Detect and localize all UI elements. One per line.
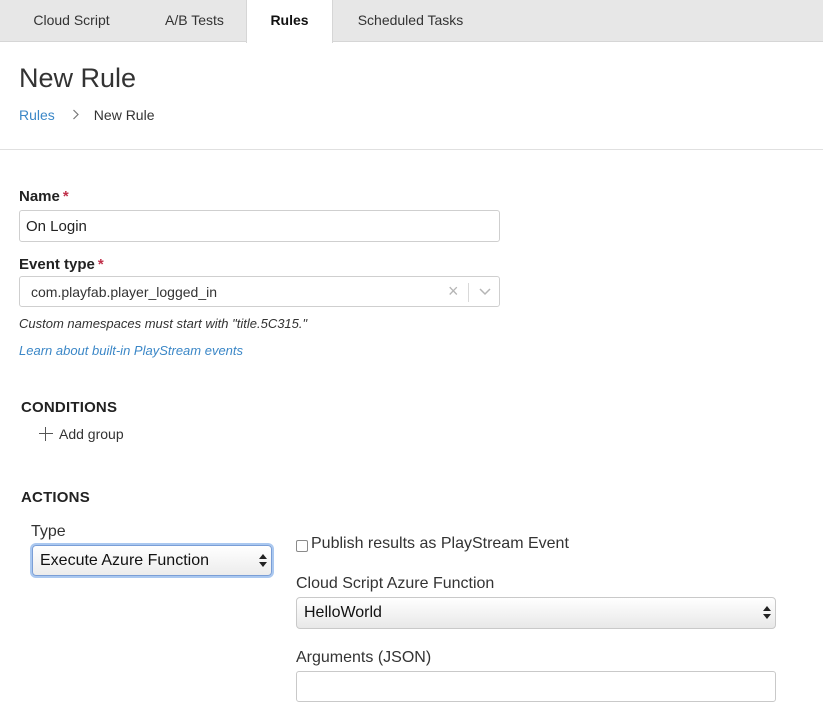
event-type-label-text: Event type — [19, 256, 95, 273]
name-required-mark: * — [62, 188, 69, 205]
select-separator — [468, 283, 469, 302]
arguments-input[interactable] — [296, 671, 776, 702]
tab-rules[interactable]: Rules — [246, 0, 333, 43]
select-arrows-icon — [259, 554, 267, 568]
action-type-select[interactable]: Execute Azure Function — [32, 545, 272, 576]
chevron-right-icon — [72, 108, 80, 123]
event-type-label: Event type * — [19, 256, 104, 273]
select-arrows-icon — [763, 606, 771, 620]
cloud-script-function-label: Cloud Script Azure Function — [296, 575, 495, 592]
page-title: New Rule — [19, 63, 137, 93]
top-tab-bar: Cloud Script A/B Tests Rules Scheduled T… — [0, 0, 823, 43]
event-type-value: com.playfab.player_logged_in — [31, 284, 218, 300]
conditions-heading: CONDITIONS — [21, 399, 118, 416]
add-group-label: Add group — [59, 426, 124, 442]
cloud-script-function-select[interactable]: HelloWorld — [296, 597, 776, 629]
event-type-select[interactable]: com.playfab.player_logged_in × — [19, 276, 500, 307]
tab-cloud-script[interactable]: Cloud Script — [0, 0, 143, 42]
name-input[interactable] — [19, 210, 500, 242]
cloud-script-function-value: HelloWorld — [304, 604, 382, 621]
clear-icon[interactable]: × — [448, 281, 459, 302]
name-label: Name * — [19, 188, 69, 205]
tab-scheduled-tasks[interactable]: Scheduled Tasks — [333, 0, 488, 42]
event-type-hint: Custom namespaces must start with "title… — [19, 316, 308, 331]
chevron-down-icon[interactable] — [475, 281, 495, 301]
tab-ab-tests[interactable]: A/B Tests — [143, 0, 246, 42]
actions-heading: ACTIONS — [21, 489, 90, 506]
publish-results-checkbox[interactable] — [296, 540, 308, 552]
publish-results-label: Publish results as PlayStream Event — [311, 535, 569, 552]
learn-playstream-events-link[interactable]: Learn about built-in PlayStream events — [19, 343, 243, 358]
plus-icon — [38, 426, 54, 442]
action-type-value: Execute Azure Function — [40, 552, 209, 569]
add-group-button[interactable]: Add group — [38, 426, 124, 442]
publish-results-checkbox-row[interactable]: Publish results as PlayStream Event — [296, 535, 569, 553]
action-type-label: Type — [31, 523, 66, 540]
header-divider — [0, 149, 823, 150]
arguments-label: Arguments (JSON) — [296, 649, 432, 666]
event-type-required-mark: * — [97, 256, 104, 273]
breadcrumb-link-rules[interactable]: Rules — [19, 107, 55, 123]
breadcrumb-current: New Rule — [93, 107, 155, 123]
name-label-text: Name — [19, 188, 60, 205]
breadcrumb: Rules New Rule — [19, 107, 155, 123]
